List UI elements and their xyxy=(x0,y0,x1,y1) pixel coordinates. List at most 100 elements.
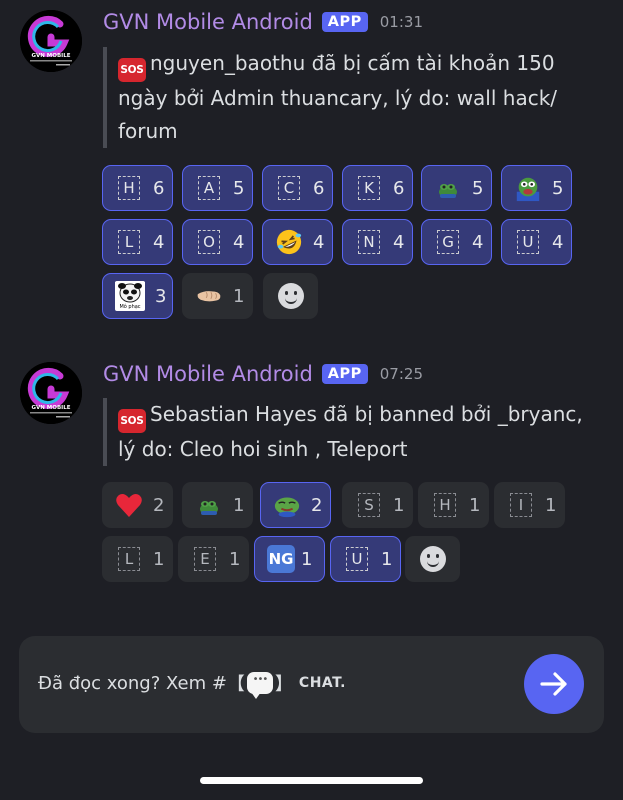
reaction-count: 1 xyxy=(233,285,245,307)
reaction-letter-l[interactable]: L1 xyxy=(102,536,173,582)
reaction-count: 1 xyxy=(153,548,165,570)
reaction-ng[interactable]: NG 1 xyxy=(254,536,325,582)
channel-link[interactable]: CHAT. xyxy=(299,675,346,691)
pepe-sleeping-icon xyxy=(273,491,301,519)
reaction-fist[interactable]: 1 xyxy=(182,273,253,319)
username[interactable]: GVN Mobile Android xyxy=(103,362,313,386)
message-text: nguyen_baothu đã bị cấm tài khoản 150 ng… xyxy=(118,51,558,143)
regional-indicator-n-icon: N xyxy=(358,230,380,254)
reaction-count: 4 xyxy=(233,231,245,253)
regional-indicator-u-icon: U xyxy=(517,230,539,254)
timestamp: 01:31 xyxy=(379,13,423,31)
bracket-close: 】 xyxy=(274,674,293,695)
home-indicator[interactable] xyxy=(200,777,423,784)
message-header: GVN Mobile Android APP 07:25 xyxy=(103,360,423,388)
panda-caption: Mô phạc xyxy=(119,303,141,310)
reaction-letter-a[interactable]: A5 xyxy=(182,165,253,211)
reaction-count: 2 xyxy=(311,494,323,516)
reaction-pepe-small[interactable]: 5 xyxy=(421,165,492,211)
regional-indicator-i-icon: I xyxy=(510,493,532,517)
red-heart-icon xyxy=(115,491,143,519)
reaction-letter-h[interactable]: H6 xyxy=(102,165,173,211)
reaction-count: 1 xyxy=(229,548,241,570)
bracket-open: 【 xyxy=(226,674,245,695)
message-quote: SOS nguyen_baothu đã bị cấm tài khoản 150… xyxy=(103,47,593,148)
reaction-count: 6 xyxy=(153,177,165,199)
reaction-count: 5 xyxy=(233,177,245,199)
reaction-count: 1 xyxy=(233,494,245,516)
fist-icon xyxy=(195,282,223,310)
reaction-count: 5 xyxy=(472,177,484,199)
reaction-letter-k[interactable]: K6 xyxy=(342,165,413,211)
arrow-right-icon xyxy=(540,672,567,696)
regional-indicator-h-icon: H xyxy=(118,176,140,200)
go-to-channel-button[interactable] xyxy=(524,654,584,714)
app-badge: APP xyxy=(321,364,368,384)
regional-indicator-a-icon: A xyxy=(198,176,220,200)
reaction-letter-l[interactable]: L4 xyxy=(102,219,173,265)
reaction-count: 4 xyxy=(393,231,405,253)
smiley-icon xyxy=(419,546,446,572)
reaction-panda-meme[interactable]: Mô phạc 3 xyxy=(102,273,173,319)
reaction-letter-e[interactable]: E1 xyxy=(178,536,249,582)
regional-indicator-o-icon: O xyxy=(198,230,220,254)
message-quote: SOS Sebastian Hayes đã bị banned bởi _bry… xyxy=(103,398,593,466)
pepe-small-icon xyxy=(434,174,462,202)
pepe-angry-icon xyxy=(514,174,542,202)
regional-indicator-k-icon: K xyxy=(358,176,380,200)
add-reaction-button[interactable] xyxy=(405,536,460,582)
svg-text:GVN MOBILE: GVN MOBILE xyxy=(32,53,71,59)
reaction-letter-i[interactable]: I1 xyxy=(494,482,565,528)
panda-meme-icon: Mô phạc xyxy=(115,281,145,311)
regional-indicator-u-icon: U xyxy=(346,547,368,571)
pepe-small-icon xyxy=(195,491,223,519)
regional-indicator-l-icon: L xyxy=(118,230,140,254)
reaction-letter-n[interactable]: N4 xyxy=(342,219,413,265)
read-prompt-text: Đã đọc xong? Xem # 【 】 CHAT. xyxy=(38,670,346,699)
reaction-count: 4 xyxy=(552,231,564,253)
reaction-letter-u[interactable]: U1 xyxy=(330,536,401,582)
reaction-pepe-sleeping[interactable]: 2 xyxy=(260,482,331,528)
reaction-count: 3 xyxy=(155,285,167,307)
read-prompt-bar[interactable]: Đã đọc xong? Xem # 【 】 CHAT. xyxy=(19,636,604,733)
sos-icon: SOS xyxy=(118,58,146,82)
reaction-letter-s[interactable]: S1 xyxy=(342,482,413,528)
reaction-count: 4 xyxy=(313,231,325,253)
regional-indicator-c-icon: C xyxy=(278,176,300,200)
reaction-letter-h[interactable]: H1 xyxy=(418,482,489,528)
reaction-letter-c[interactable]: C6 xyxy=(262,165,333,211)
regional-indicator-e-icon: E xyxy=(194,547,216,571)
reaction-count: 1 xyxy=(469,494,481,516)
reactions-bar: 2 1 2 S1 H1 I1 L1 E1 NG 1 U 1 xyxy=(102,482,582,590)
reaction-count: 6 xyxy=(393,177,405,199)
reaction-pepe-angry[interactable]: 5 xyxy=(501,165,572,211)
regional-indicator-g-icon: G xyxy=(437,230,459,254)
speech-bubble-icon xyxy=(246,672,273,699)
gvn-logo-avatar[interactable]: GVN MOBILE xyxy=(20,362,82,424)
reaction-pepe-small[interactable]: 1 xyxy=(182,482,253,528)
reaction-count: 6 xyxy=(313,177,325,199)
timestamp: 07:25 xyxy=(379,365,423,383)
svg-text:GVN MOBILE: GVN MOBILE xyxy=(32,405,71,411)
reaction-count: 4 xyxy=(472,231,484,253)
add-reaction-button[interactable] xyxy=(263,273,318,319)
regional-indicator-l-icon: L xyxy=(118,547,140,571)
rofl-icon xyxy=(275,228,303,256)
reactions-bar: H6 A5 C6 K6 5 5 L4 O4 4 N 4 G 4 U 4 Mô p… xyxy=(102,165,582,327)
reaction-count: 1 xyxy=(301,548,313,570)
reaction-red-heart[interactable]: 2 xyxy=(102,482,173,528)
regional-indicator-h-icon: H xyxy=(434,493,456,517)
reaction-count: 4 xyxy=(153,231,165,253)
reaction-count: 5 xyxy=(552,177,564,199)
sos-icon: SOS xyxy=(118,409,146,433)
app-badge: APP xyxy=(321,12,368,32)
reaction-rofl[interactable]: 4 xyxy=(262,219,333,265)
reaction-count: 2 xyxy=(153,494,165,516)
reaction-letter-g[interactable]: G4 xyxy=(421,219,492,265)
regional-indicator-s-icon: S xyxy=(358,493,380,517)
gvn-logo-avatar[interactable]: GVN MOBILE xyxy=(20,10,82,72)
message-header: GVN Mobile Android APP 01:31 xyxy=(103,8,423,36)
username[interactable]: GVN Mobile Android xyxy=(103,10,313,34)
reaction-letter-u[interactable]: U4 xyxy=(501,219,572,265)
reaction-letter-o[interactable]: O4 xyxy=(182,219,253,265)
